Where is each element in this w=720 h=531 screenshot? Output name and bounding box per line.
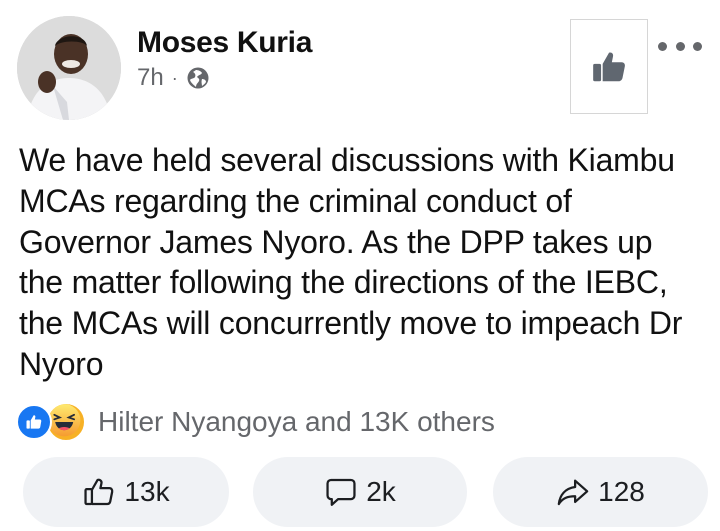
share-count: 128 [598,476,645,507]
thumbs-up-icon [593,52,625,81]
post-meta: 7h · [137,64,210,92]
reactions-summary-text: Hilter Nyangoya and 13K others [98,406,495,437]
post-time[interactable]: 7h [137,64,164,92]
more-dot-icon [658,41,667,51]
post-text: We have held several discussions with Ki… [19,142,683,382]
action-bar: 13k 2k 128 [20,457,708,527]
author-avatar[interactable] [17,16,121,120]
public-globe-icon [187,67,209,89]
haha-reaction-icon [46,402,86,442]
author-name[interactable]: Moses Kuria [137,26,312,60]
comment-count: 2k [366,476,396,507]
like-count: 13k [124,476,170,507]
avatar-image [17,16,121,120]
like-reaction-icon [16,404,52,440]
meta-separator: · [171,67,178,88]
like-button[interactable]: 13k [23,457,229,527]
thumbs-up-outline-icon [84,478,114,506]
comment-button[interactable]: 2k [253,457,467,527]
share-arrow-icon [557,479,589,506]
more-dot-icon [693,41,702,51]
reactions-summary[interactable]: Hilter Nyangoya and 13K others [16,402,495,442]
reaction-icons [16,402,96,442]
like-page-button[interactable] [570,19,648,114]
share-button[interactable]: 128 [493,457,708,527]
comment-bubble-icon [326,478,356,506]
more-options-button[interactable] [658,34,702,58]
more-dot-icon [675,41,685,51]
